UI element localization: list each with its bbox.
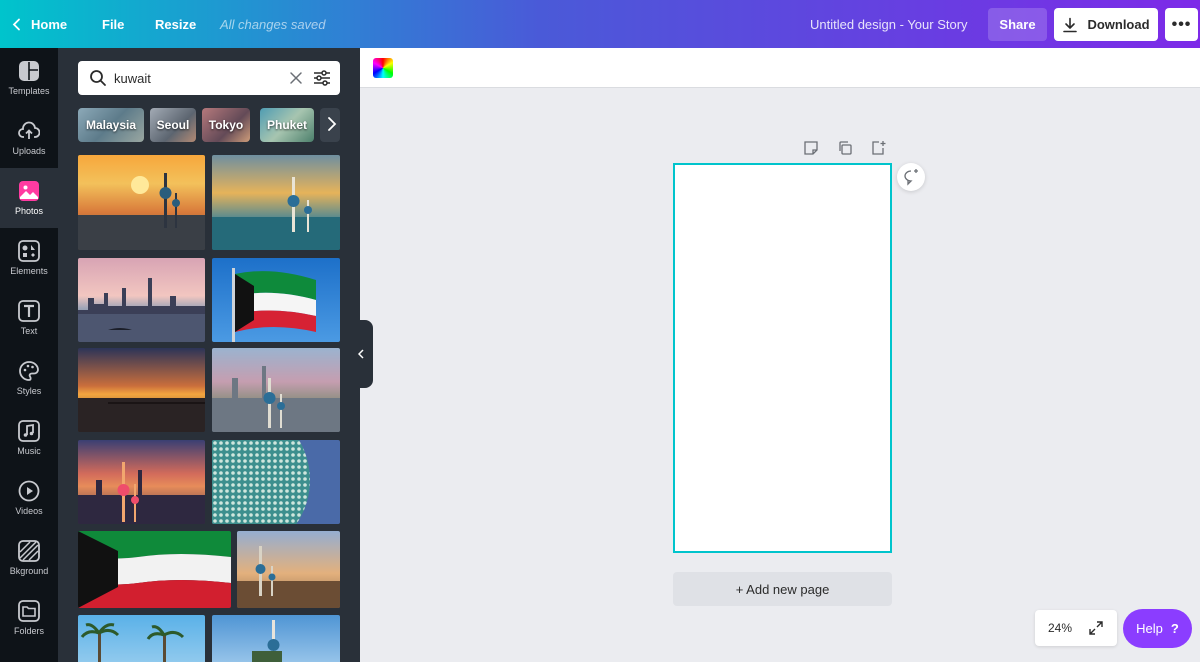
palette-icon <box>18 360 40 382</box>
resize-button[interactable]: Resize <box>155 0 196 48</box>
share-button[interactable]: Share <box>988 8 1047 41</box>
editor-toolbar <box>360 48 1200 88</box>
rail-label: Uploads <box>12 146 46 156</box>
photos-icon <box>18 180 40 202</box>
design-title[interactable]: Untitled design - Your Story <box>810 0 968 48</box>
music-note-icon <box>18 420 40 442</box>
kuwait-towers-illustration <box>212 366 340 432</box>
fullscreen-icon[interactable] <box>1088 620 1104 636</box>
pier-illustration <box>78 398 205 432</box>
photo-kuwait-tower-sphere[interactable] <box>212 440 340 524</box>
chevron-right-icon[interactable] <box>327 115 337 133</box>
templates-icon <box>18 60 40 82</box>
photo-kuwait-pier-sunset[interactable] <box>78 348 205 432</box>
skyline-illustration <box>78 278 205 342</box>
photo-kuwait-towers-aerial[interactable] <box>212 155 340 250</box>
photos-panel: Malaysia Seoul Tokyo Phuket <box>58 48 360 662</box>
rail-label: Bkground <box>9 566 49 576</box>
file-menu-button[interactable]: File <box>102 0 124 48</box>
rail-item-templates[interactable]: Templates <box>0 48 58 108</box>
help-label: Help <box>1136 621 1163 636</box>
rail-label: Music <box>17 446 41 456</box>
chip-seoul[interactable]: Seoul <box>150 108 196 142</box>
close-icon[interactable] <box>288 70 304 86</box>
rail-label: Photos <box>14 206 44 216</box>
search-input[interactable] <box>114 68 274 88</box>
zoom-level[interactable]: 24% <box>1048 621 1072 635</box>
search-box <box>78 61 340 95</box>
cloud-upload-icon <box>18 120 40 142</box>
palm-trees-illustration <box>80 623 185 662</box>
top-bar: Home File Resize All changes saved Untit… <box>0 0 1200 48</box>
rail-item-music[interactable]: Music <box>0 408 58 468</box>
photo-kuwait-towers-sunset[interactable] <box>78 155 205 250</box>
photo-kuwait-flag-sky[interactable] <box>212 258 340 342</box>
suggestion-chips: Malaysia Seoul Tokyo Phuket <box>78 108 340 142</box>
chip-tokyo[interactable]: Tokyo <box>202 108 250 142</box>
kuwait-towers-illustration <box>252 620 282 662</box>
kuwait-towers-illustration <box>78 173 205 250</box>
chip-malaysia[interactable]: Malaysia <box>78 108 144 142</box>
design-canvas-page[interactable] <box>673 163 892 553</box>
kuwait-flag-illustration <box>78 531 231 608</box>
page-notes-icon[interactable] <box>803 140 819 156</box>
more-options-button[interactable]: ••• <box>1165 8 1198 41</box>
rail-item-styles[interactable]: Styles <box>0 348 58 408</box>
chevron-left-icon <box>357 349 364 359</box>
kuwait-towers-illustration <box>237 546 340 608</box>
add-new-page-button[interactable]: + Add new page <box>673 572 892 606</box>
tiled-sphere-illustration <box>212 440 310 524</box>
chip-phuket[interactable]: Phuket <box>260 108 314 142</box>
comment-add-icon <box>904 169 918 186</box>
duplicate-page-icon[interactable] <box>837 140 853 156</box>
background-color-swatch[interactable] <box>373 58 393 78</box>
download-label: Download <box>1087 17 1150 32</box>
rail-item-text[interactable]: Text <box>0 288 58 348</box>
rail-item-photos[interactable]: Photos <box>0 168 58 228</box>
help-button[interactable]: Help ? <box>1123 609 1192 648</box>
search-icon <box>90 70 106 86</box>
text-icon <box>18 300 40 322</box>
rail-item-uploads[interactable]: Uploads <box>0 108 58 168</box>
kuwait-towers-illustration <box>78 462 205 524</box>
kuwait-flag-illustration <box>232 268 316 342</box>
photo-kuwait-towers-evening[interactable] <box>237 531 340 608</box>
photo-kuwait-towers-city[interactable] <box>212 348 340 432</box>
save-status: All changes saved <box>220 16 326 32</box>
photo-palm-trees[interactable] <box>78 615 205 662</box>
photo-kuwait-towers-day[interactable] <box>212 615 340 662</box>
rail-item-videos[interactable]: Videos <box>0 468 58 528</box>
rail-item-elements[interactable]: Elements <box>0 228 58 288</box>
chevron-left-icon <box>12 18 20 30</box>
download-button[interactable]: Download <box>1054 8 1158 41</box>
collapse-panel-handle[interactable] <box>348 320 373 388</box>
rail-item-background[interactable]: Bkground <box>0 528 58 588</box>
photo-kuwait-towers-dusk[interactable] <box>78 440 205 524</box>
photo-kuwait-skyline-water[interactable] <box>78 258 205 342</box>
rail-label: Elements <box>10 266 48 276</box>
rail-label: Videos <box>15 506 43 516</box>
rail-label: Templates <box>8 86 50 96</box>
rail-label: Styles <box>16 386 42 396</box>
rail-item-folders[interactable]: Folders <box>0 588 58 648</box>
kuwait-towers-illustration <box>212 177 340 250</box>
rail-label: Folders <box>13 626 44 636</box>
home-label: Home <box>31 16 68 32</box>
zoom-control: 24% <box>1035 610 1117 646</box>
question-mark-icon: ? <box>1170 621 1179 636</box>
download-icon <box>1063 17 1078 32</box>
add-comment-button[interactable] <box>897 163 925 191</box>
side-rail: Templates Uploads Photos Elements Text S… <box>0 48 58 662</box>
folder-icon <box>18 600 40 622</box>
add-page-icon[interactable] <box>870 140 886 156</box>
hatch-background-icon <box>18 540 40 562</box>
photo-kuwait-flag-waving[interactable] <box>78 531 231 608</box>
rail-label: Text <box>20 326 38 336</box>
play-icon <box>18 480 40 502</box>
shapes-icon <box>18 240 40 262</box>
filter-sliders-icon[interactable] <box>313 70 331 86</box>
home-button[interactable]: Home <box>12 0 67 48</box>
